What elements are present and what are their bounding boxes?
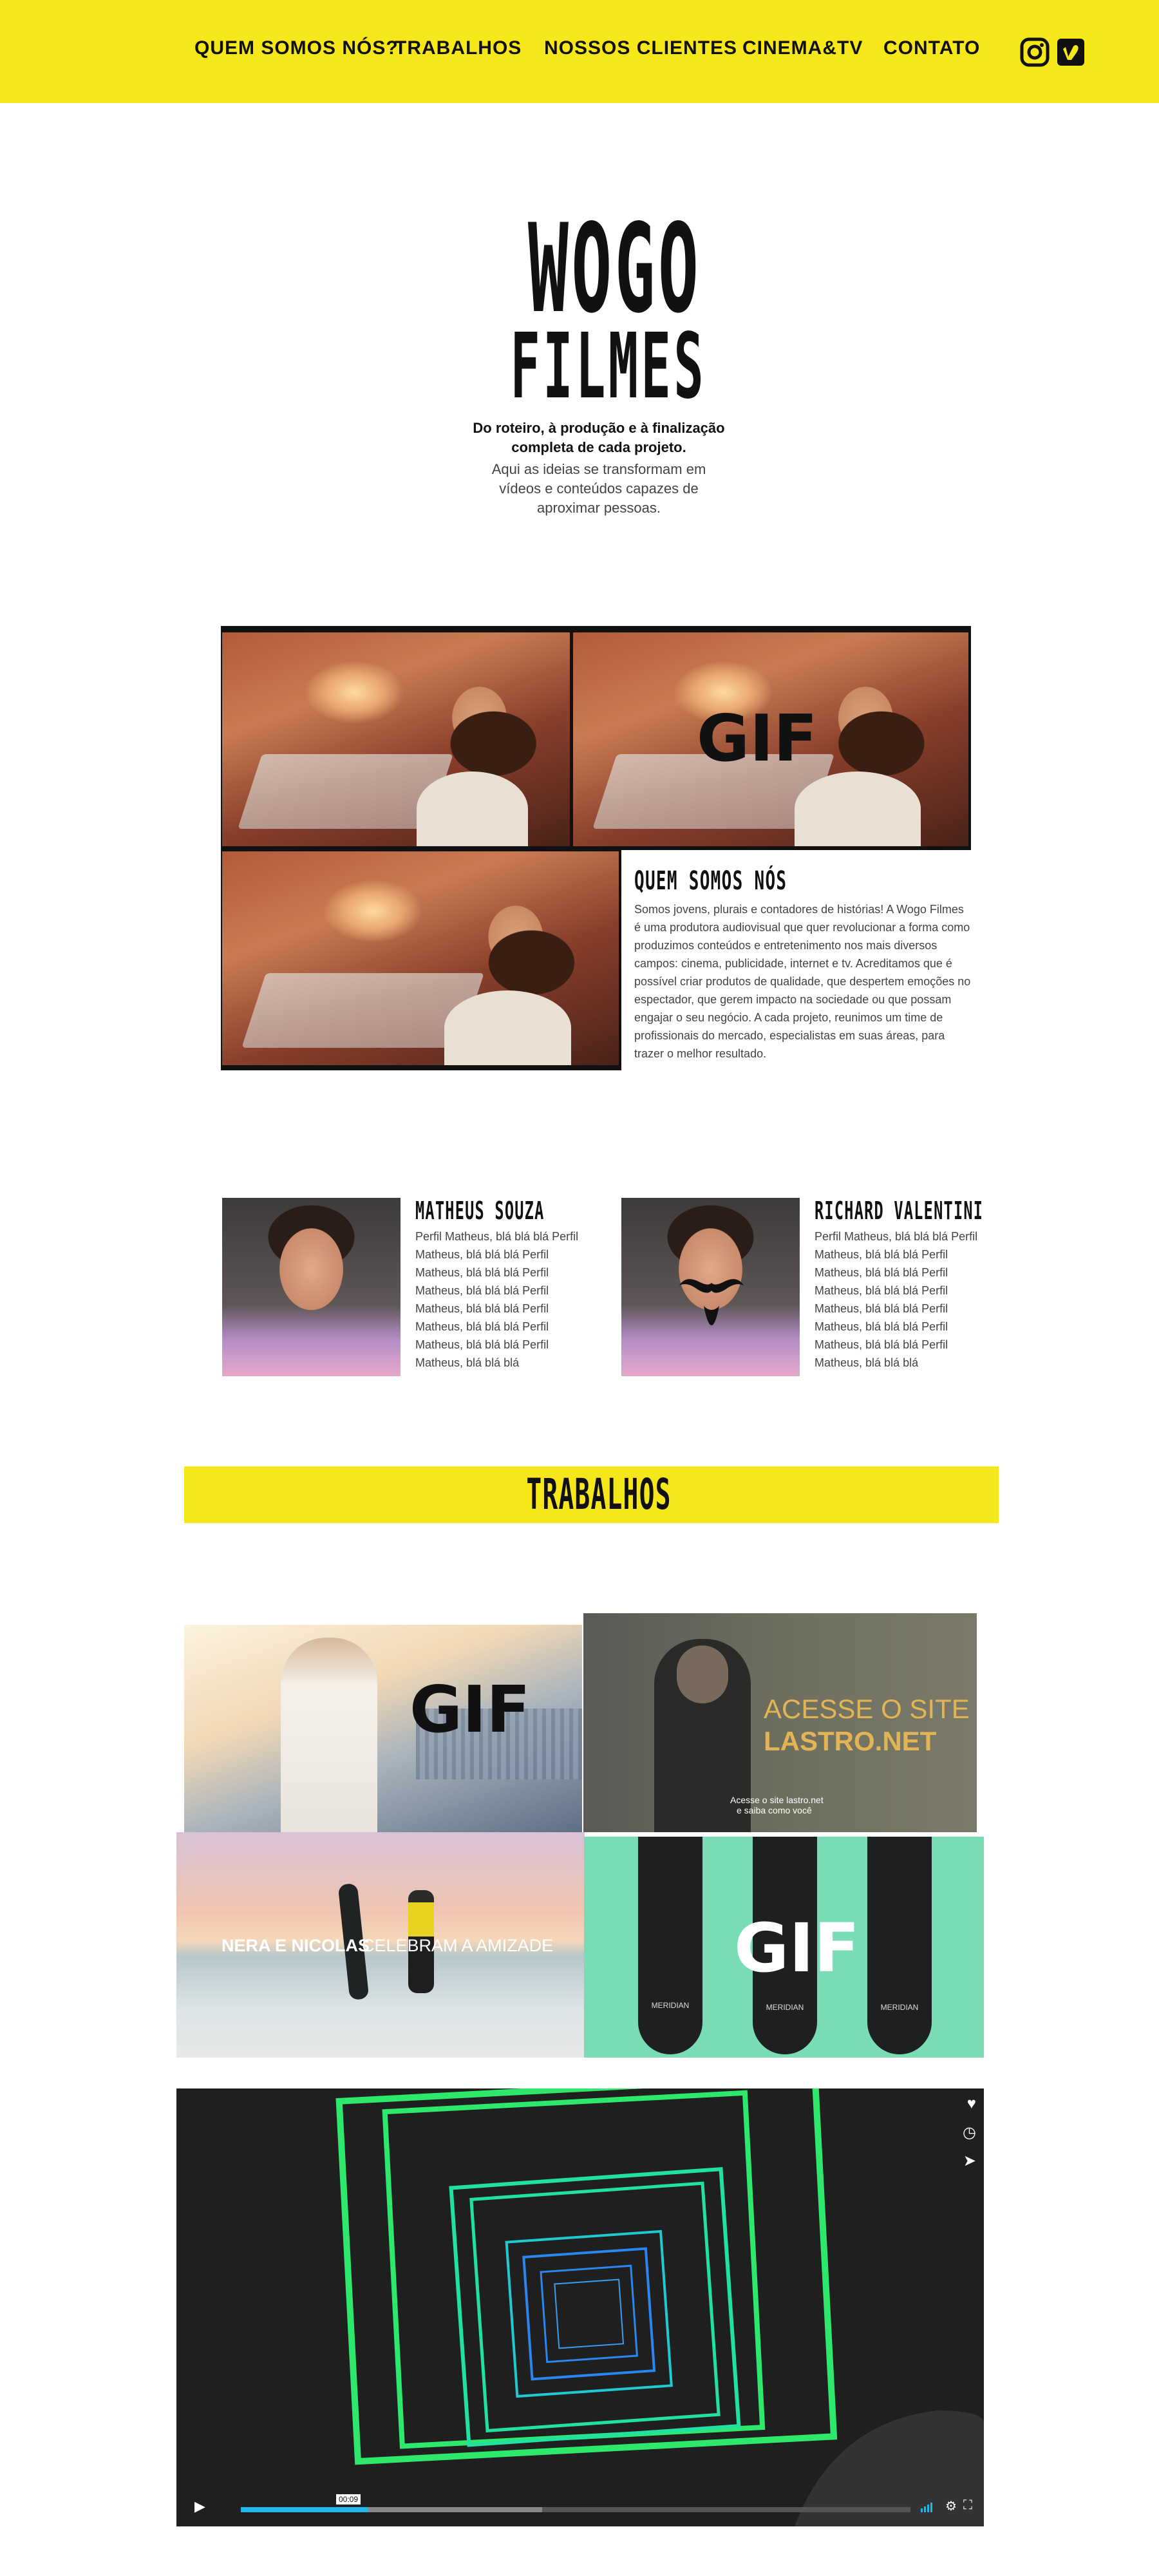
photo-woman-1 [222, 632, 570, 846]
nav-link-nossos-clientes[interactable]: NOSSOS CLIENTES [544, 37, 737, 59]
lastro-caption1: Acesse o site lastro.net [730, 1795, 824, 1805]
vimeo-icon[interactable] [1056, 37, 1086, 67]
share-icon[interactable]: ➤ [963, 2152, 976, 2170]
settings-icon[interactable]: ⚙ [945, 2498, 957, 2514]
photo-woman-3 [222, 851, 619, 1065]
avatar-matheus [222, 1198, 400, 1376]
team-name-matheus: MATHEUS SOUZA [415, 1197, 545, 1225]
beach-caption-rest: CELEBRAM A AMIZADE [362, 1936, 554, 1955]
mustache-icon [679, 1279, 744, 1325]
hero-tagline: Aqui as ideias se transformam em vídeos … [491, 461, 706, 516]
logo-filmes: FILMES [510, 314, 707, 419]
about-text: Somos jovens, plurais e contadores de hi… [634, 903, 971, 1060]
team-bio-matheus: Perfil Matheus, blá blá blá Perfil Mathe… [415, 1230, 579, 1369]
gif-label-3: GIF [734, 1909, 860, 1987]
nav-link-contato[interactable]: CONTATO [883, 37, 980, 59]
fullscreen-icon[interactable]: ⛶ [963, 2498, 972, 2513]
meridian-label-1: MERIDIAN [651, 2001, 690, 2010]
volume-icon[interactable] [921, 2502, 936, 2512]
watch-later-icon[interactable]: ◷ [963, 2123, 976, 2142]
video-player[interactable]: ♥ ◷ ➤ ▶ 00:09 ⚙ ⛶ [176, 2088, 984, 2526]
team-bio-richard: Perfil Matheus, blá blá blá Perfil Mathe… [815, 1230, 978, 1369]
lastro-caption2: e saiba como você [737, 1805, 812, 1815]
team-name-richard: RICHARD VALENTINI [815, 1197, 984, 1225]
play-icon[interactable]: ▶ [194, 2498, 205, 2515]
meridian-label-3: MERIDIAN [880, 2003, 919, 2012]
lastro-line1: ACESSE O SITE [764, 1694, 970, 1724]
top-nav-bar: QUEM SOMOS NÓS? TRABALHOS NOSSOS CLIENTE… [0, 0, 1159, 103]
avatar-richard [621, 1198, 800, 1376]
like-icon[interactable]: ♥ [967, 2095, 976, 2113]
meridian-label-2: MERIDIAN [766, 2003, 804, 2012]
gif-label-2: GIF [410, 1672, 531, 1747]
logo-wogo: WOGO [528, 198, 702, 340]
lastro-line2: LASTRO.NET [764, 1726, 937, 1756]
nav-link-cinema-tv[interactable]: CINEMA&TV [742, 37, 863, 59]
trabalhos-heading: TRABALHOS [526, 1470, 672, 1519]
instagram-icon[interactable] [1020, 37, 1050, 67]
progress-fill [241, 2507, 368, 2512]
nav-link-quem-somos[interactable]: QUEM SOMOS NÓS? [194, 37, 399, 59]
hero-tagline-bold: Do roteiro, à produção e à finalização c… [473, 420, 725, 455]
progress-track[interactable] [241, 2507, 910, 2512]
beach-caption-strong: NERA E NICOLAS [221, 1936, 370, 1955]
about-title: QUEM SOMOS NÓS [634, 866, 787, 896]
nav-link-trabalhos[interactable]: TRABALHOS [395, 37, 522, 59]
gif-label-1: GIF [697, 701, 818, 776]
time-tooltip: 00:09 [336, 2494, 361, 2505]
video-frame [335, 2088, 984, 2526]
